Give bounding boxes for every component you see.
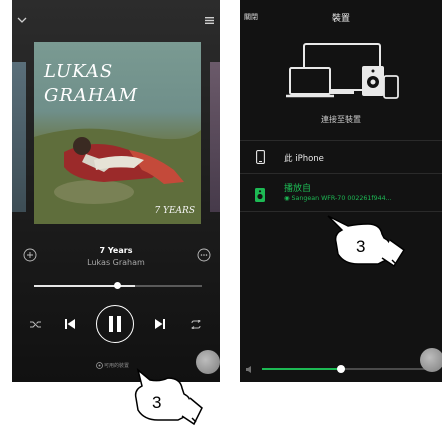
current-device-name: ◉ Sangean WFR-70 002261f944... (284, 195, 440, 202)
volume-fill (262, 368, 345, 370)
current-device-text: Sangean WFR-70 002261f944... (291, 195, 392, 202)
album-art: LUKAS GRAHAM 7 YEARS (34, 42, 201, 224)
album-art-subtitle: 7 YEARS (154, 206, 195, 216)
menu-icon[interactable] (202, 14, 216, 26)
phone-icon (254, 149, 266, 165)
device-row-current[interactable] (240, 174, 442, 210)
devices-icon[interactable] (95, 361, 103, 369)
album-art-title: LUKAS GRAHAM (44, 61, 139, 106)
next-album-art[interactable] (210, 62, 220, 212)
more-options-icon[interactable] (196, 247, 212, 263)
progress-handle[interactable] (114, 282, 121, 289)
page-title: 裝置 (331, 14, 350, 24)
chevron-down-icon[interactable] (14, 14, 30, 26)
volume-slider[interactable] (262, 368, 434, 370)
track-artist[interactable]: Lukas Graham (52, 258, 180, 267)
pause-icon (109, 316, 121, 332)
speaker-icon (255, 188, 265, 202)
shuffle-icon[interactable] (28, 317, 44, 331)
skip-previous-icon[interactable] (62, 316, 78, 332)
close-button[interactable]: 關閉 (244, 12, 258, 22)
step-number-right: 3 (356, 237, 365, 256)
repeat-icon[interactable] (188, 317, 204, 331)
pause-button[interactable] (96, 305, 134, 343)
volume-handle[interactable] (337, 365, 345, 373)
device-label-iphone: 此 iPhone (284, 154, 324, 164)
now-playing-screen: LUKAS GRAHAM 7 YEARS 7 Years Lukas Graha… (12, 0, 220, 382)
skip-next-icon[interactable] (152, 316, 168, 332)
assistive-touch-button[interactable] (420, 348, 442, 372)
connected-dot-icon: ◉ (284, 195, 292, 202)
step-number-left: 3 (152, 393, 161, 412)
previous-album-art[interactable] (12, 62, 26, 212)
step-callout-left: 3 (120, 364, 210, 432)
step-callout-right: 3 (322, 208, 414, 274)
track-title: 7 Years (99, 246, 133, 255)
device-row-iphone[interactable]: 此 iPhone (240, 141, 442, 173)
devices-screen: 關閉 裝置 連接至裝置 此 iPhone 播放自 ◉ Sangean WFR-7… (240, 0, 442, 382)
volume-icon (244, 364, 256, 374)
connect-to-device-label: 連接至裝置 (321, 115, 361, 124)
playing-from-label: 播放自 (284, 184, 312, 194)
devices-illustration-icon (284, 40, 404, 104)
add-icon[interactable] (22, 247, 38, 263)
